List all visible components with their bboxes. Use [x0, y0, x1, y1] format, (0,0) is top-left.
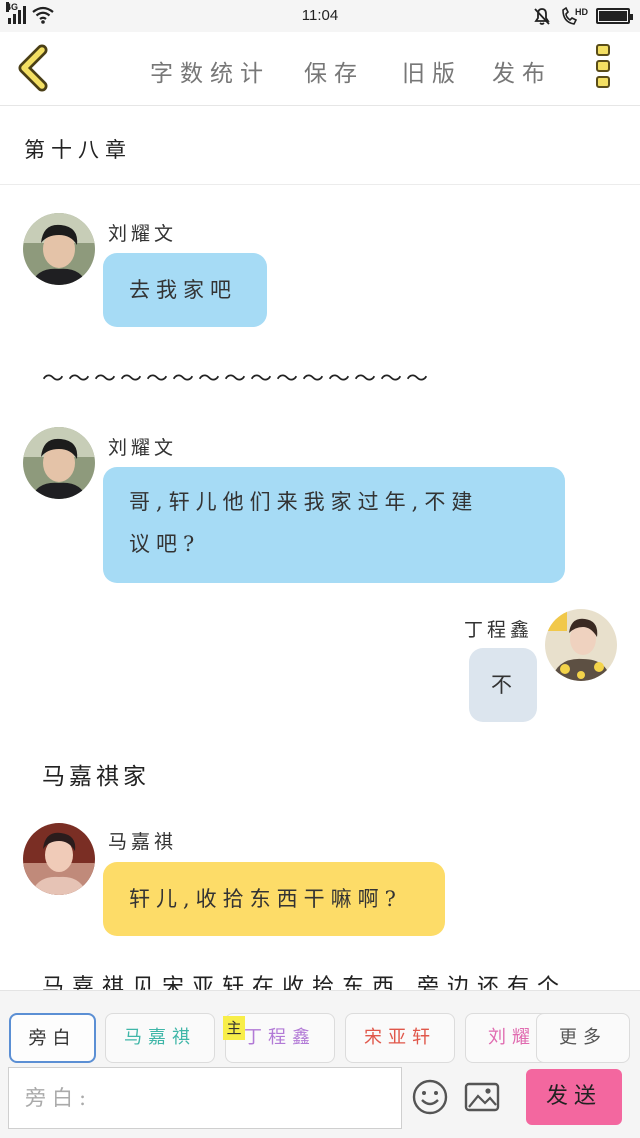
speaker-name: 马嘉祺 [108, 831, 178, 853]
role-chip-song-yaxuan[interactable]: 宋亚轩 [345, 1013, 455, 1063]
hd-label: HD [575, 7, 588, 17]
role-chip-narrator[interactable]: 旁白 [9, 1013, 96, 1063]
chat-bubble[interactable]: 轩儿,收拾东西干嘛啊? [103, 862, 445, 936]
chat-bubble-line: 哥,轩儿他们来我家过年,不建 [129, 490, 479, 514]
send-button[interactable]: 发送 [526, 1069, 622, 1125]
chat-bubble-line: 议吧? [129, 532, 201, 556]
avatar-ma-jiaqi[interactable] [23, 823, 95, 895]
main-role-tag: 主 [223, 1016, 245, 1040]
publish-button[interactable]: 发布 [492, 54, 552, 88]
mute-bell-icon [534, 8, 550, 25]
role-input-panel: 旁白 马嘉祺 丁程鑫 主 宋亚轩 刘耀 更多 发送 [0, 990, 640, 1138]
speaker-name: 刘耀文 [108, 223, 178, 245]
avatar-liu-yaowen[interactable] [23, 213, 95, 285]
emoji-icon[interactable] [410, 1077, 450, 1117]
back-arrow-icon[interactable] [14, 44, 54, 92]
chat-bubble[interactable]: 不 [469, 648, 537, 722]
save-button[interactable]: 保存 [304, 54, 364, 88]
hd-call-icon: HD [562, 6, 588, 25]
chat-bubble[interactable]: 哥,轩儿他们来我家过年,不建 议吧? [103, 467, 565, 583]
old-version-button[interactable]: 旧版 [402, 54, 462, 88]
story-content[interactable]: 刘耀文 去我家吧 ～～～～～～～～～～～～～～～ 刘耀文 哥,轩儿他们来我家过年… [0, 185, 640, 990]
dialogue-input[interactable] [8, 1067, 402, 1129]
more-menu-icon[interactable] [596, 44, 614, 94]
status-bar: 4G 11:04 HD [0, 0, 640, 32]
role-chip-ma-jiaqi[interactable]: 马嘉祺 [105, 1013, 215, 1063]
chapter-header[interactable]: 第十八章 [0, 106, 640, 185]
word-count-button[interactable]: 字数统计 [150, 54, 270, 88]
avatar-liu-yaowen[interactable] [23, 427, 95, 499]
narration-text: 马嘉祺见宋亚轩在收拾东西,旁边还有个 [42, 975, 567, 990]
battery-icon [596, 8, 633, 24]
chapter-title: 第十八章 [24, 138, 132, 162]
speaker-name: 丁程鑫 [464, 619, 534, 641]
speaker-name: 刘耀文 [108, 437, 178, 459]
image-icon[interactable] [462, 1077, 502, 1117]
chat-bubble[interactable]: 去我家吧 [103, 253, 267, 327]
avatar-ding-chengxin[interactable] [545, 609, 617, 681]
scene-divider: ～～～～～～～～～～～～～～～ [42, 367, 433, 392]
more-roles-button[interactable]: 更多 [536, 1013, 630, 1063]
narration-text: 马嘉祺家 [42, 764, 150, 790]
editor-toolbar: 字数统计 保存 旧版 发布 [0, 32, 640, 106]
